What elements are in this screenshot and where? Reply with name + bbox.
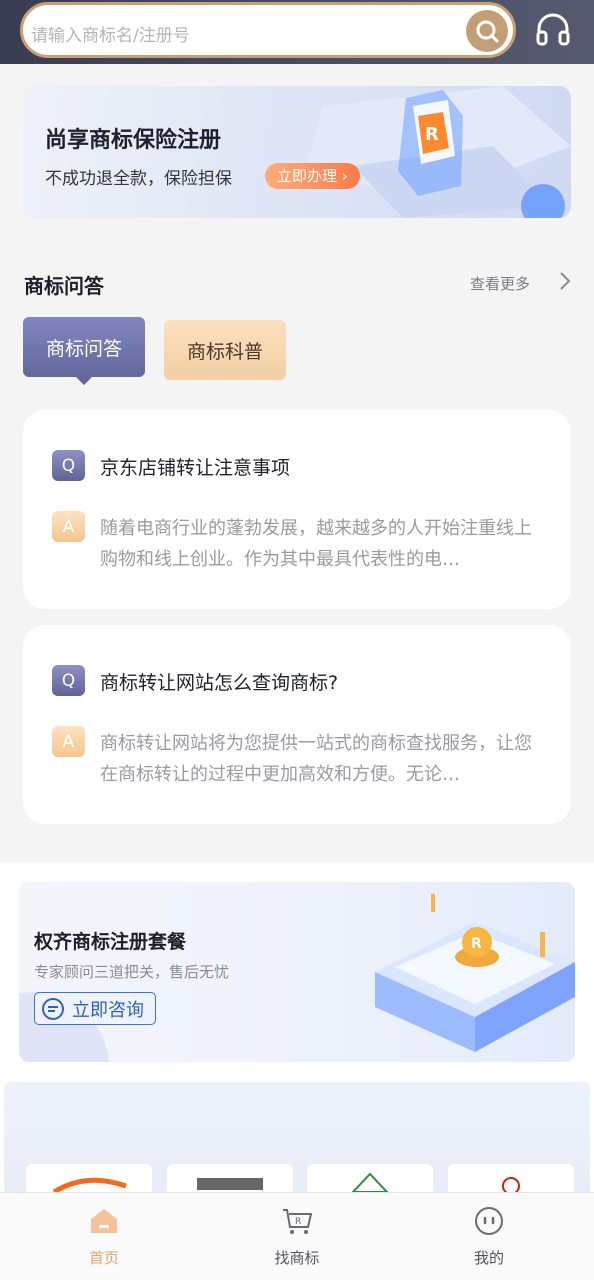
consult-button[interactable]: 立即咨询 bbox=[34, 992, 156, 1025]
search-icon bbox=[476, 20, 499, 43]
question-badge: Q bbox=[52, 450, 85, 481]
answer-text: 随着电商行业的蓬勃发展，越来越多的人开始注重线上购物和线上创业。作为其中最具代表… bbox=[100, 518, 532, 570]
qa-card[interactable]: Q 京东店铺转让注意事项 A 随着电商行业的蓬勃发展，越来越多的人开始注重线上购… bbox=[23, 410, 571, 609]
bottom-navigation: 首页 R 找商标 我的 bbox=[0, 1192, 594, 1280]
banner-subtitle: 不成功退全款，保险担保 bbox=[45, 169, 232, 189]
banner-apply-button[interactable]: 立即办理 › bbox=[265, 163, 360, 189]
package-subtitle: 专家顾问三道把关，售后无忧 bbox=[34, 963, 230, 981]
answer-text: 商标转让网站将为您提供一站式的商标查找服务，让您在商标转让的过程中更加高效和方便… bbox=[100, 733, 532, 785]
question-text: 商标转让网站怎么查询商标? bbox=[100, 672, 339, 694]
brand-logo-strip bbox=[4, 1082, 590, 1202]
customer-service-button[interactable] bbox=[531, 8, 575, 52]
nav-profile-label: 我的 bbox=[473, 1249, 504, 1267]
insurance-banner[interactable]: R 尚享商标保险注册 不成功退全款，保险担保 立即办理 › bbox=[23, 86, 571, 218]
nav-profile[interactable]: 我的 bbox=[429, 1193, 549, 1280]
cart-icon: R bbox=[283, 1209, 313, 1234]
qa-section-title: 商标问答 bbox=[24, 274, 104, 298]
qa-card[interactable]: Q 商标转让网站怎么查询商标? A 商标转让网站将为您提供一站式的商标查找服务，… bbox=[23, 625, 571, 824]
answer-badge: A bbox=[52, 511, 85, 542]
top-bar: 请输入商标名/注册号 bbox=[0, 0, 594, 64]
chat-icon bbox=[42, 997, 64, 1020]
nav-find-trademark-label: 找商标 bbox=[274, 1249, 320, 1267]
nav-home[interactable]: 首页 bbox=[44, 1193, 164, 1280]
consult-label: 立即咨询 bbox=[72, 999, 144, 1021]
home-icon bbox=[91, 1209, 117, 1233]
banner-title: 尚享商标保险注册 bbox=[45, 128, 222, 153]
headset-icon bbox=[536, 13, 570, 46]
nav-home-label: 首页 bbox=[88, 1249, 119, 1267]
svg-text:R: R bbox=[295, 1217, 301, 1227]
answer-badge: A bbox=[52, 726, 85, 757]
tab-trademark-science[interactable]: 商标科普 bbox=[164, 320, 286, 380]
svg-text:R: R bbox=[471, 936, 482, 952]
question-text: 京东店铺转让注意事项 bbox=[100, 457, 291, 479]
chevron-right-icon[interactable] bbox=[558, 271, 572, 291]
package-illustration: R bbox=[375, 894, 575, 1052]
search-button[interactable] bbox=[466, 10, 508, 52]
nav-find-trademark[interactable]: R 找商标 bbox=[237, 1193, 357, 1280]
registration-package-card[interactable]: R 权齐商标注册套餐 专家顾问三道把关，售后无忧 立即咨询 bbox=[19, 882, 575, 1062]
svg-text:R: R bbox=[425, 124, 439, 145]
tab-trademark-qa[interactable]: 商标问答 bbox=[23, 317, 145, 385]
package-title: 权齐商标注册套餐 bbox=[34, 931, 187, 953]
search-placeholder: 请输入商标名/注册号 bbox=[31, 26, 190, 46]
question-badge: Q bbox=[52, 665, 85, 696]
search-input[interactable]: 请输入商标名/注册号 bbox=[20, 2, 516, 58]
profile-icon bbox=[475, 1207, 503, 1235]
view-more-link[interactable]: 查看更多 bbox=[470, 273, 530, 294]
